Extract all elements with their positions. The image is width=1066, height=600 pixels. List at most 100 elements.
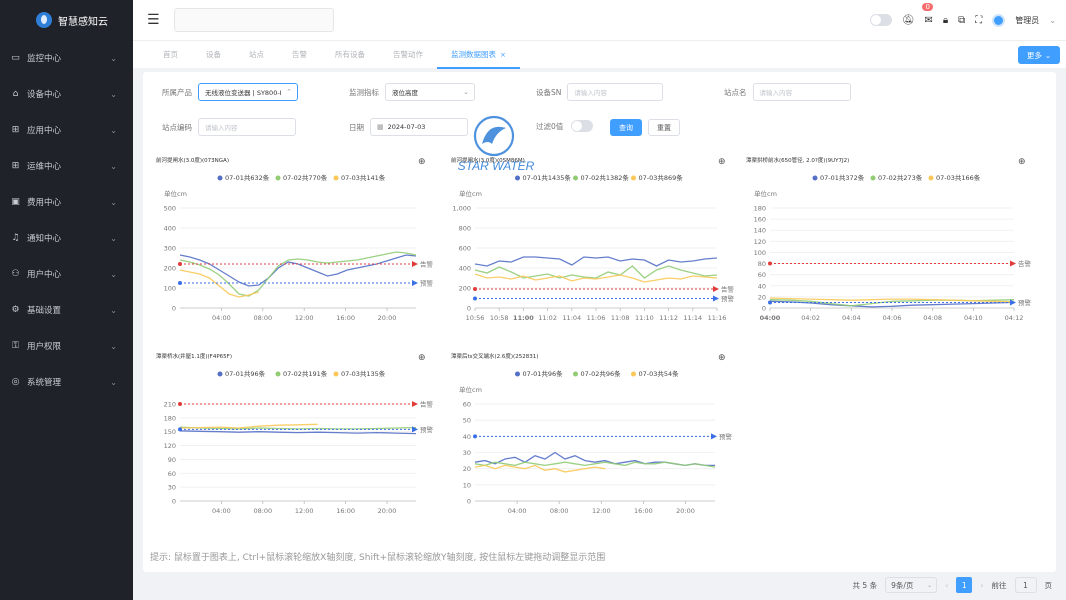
x-tick-label: 16:00 xyxy=(336,314,355,322)
legend-marker[interactable] xyxy=(515,371,520,377)
series-line-2[interactable] xyxy=(179,423,318,429)
legend-label[interactable]: 07-03共135条 xyxy=(341,369,386,378)
theme-toggle[interactable] xyxy=(869,14,892,26)
legend-marker[interactable] xyxy=(217,371,223,377)
legend-label[interactable]: 07-03共166条 xyxy=(936,173,981,182)
legend-marker[interactable] xyxy=(928,175,934,181)
legend-label[interactable]: 07-01共372条 xyxy=(820,173,865,182)
chart-2[interactable]: 潭渠拱桥前水(650管径, 2.0?度)(9UY7J2) ⊕ 07-01共372条 0… xyxy=(740,150,1032,328)
site-name-input[interactable]: 请输入内容 xyxy=(752,83,851,101)
fullscreen-icon[interactable]: ⛶ xyxy=(975,15,982,26)
tab-4[interactable]: 所有设备 xyxy=(321,41,379,69)
tab-label: 首页 xyxy=(163,49,178,59)
legend-label[interactable]: 07-03共141条 xyxy=(341,173,386,182)
filter-zero-switch[interactable] xyxy=(571,120,594,132)
lock-icon[interactable]: 🔒︎ xyxy=(943,15,948,26)
sidebar-item-2[interactable]: ⊞ 应用中心 ⌄ xyxy=(0,112,133,148)
site-code-input[interactable]: 请输入内容 xyxy=(198,118,296,136)
sidebar-item-6[interactable]: ⚇ 用户中心 ⌄ xyxy=(0,256,133,292)
zoom-icon[interactable]: ⊕ xyxy=(418,353,426,363)
sidebar-item-9[interactable]: ◎ 系统管理 ⌄ xyxy=(0,364,133,400)
alarm-marker xyxy=(178,402,182,406)
copy-icon[interactable]: ⧉ xyxy=(958,15,965,26)
avatar[interactable] xyxy=(992,13,1006,27)
page-size-select[interactable]: 9条/页 ⌄ xyxy=(885,577,938,593)
sidebar-item-7[interactable]: ⚙ 基础设置 ⌄ xyxy=(0,292,133,328)
sn-input[interactable]: 请输入内容 xyxy=(567,83,664,101)
zoom-icon[interactable]: ⊕ xyxy=(1018,157,1026,167)
legend-marker[interactable] xyxy=(217,175,223,181)
legend-label[interactable]: 07-01共632条 xyxy=(225,173,270,182)
chart-svg[interactable]: 前河提闸水(3.0度)(073NGA) ⊕ 07-01共632条 07-02共770条… xyxy=(150,150,434,325)
page-number-current[interactable]: 1 xyxy=(956,577,973,593)
tab-6[interactable]: 监测数据图表 × xyxy=(437,41,520,69)
reset-button[interactable]: 重置 xyxy=(648,119,680,136)
series-line-0[interactable] xyxy=(474,256,718,267)
chart-svg[interactable]: 前河提闸水(3.0度)(0SM86M) ⊕ 07-01共1435条 07-02共138… xyxy=(445,150,735,325)
legend-marker[interactable] xyxy=(573,371,578,377)
header-search-input[interactable] xyxy=(173,8,334,32)
sidebar-item-3[interactable]: ⊞ 运维中心 ⌄ xyxy=(0,148,133,184)
chart-svg[interactable]: 潭渠后ts交叉端水(2.6度)(252831) ⊕ 07-01共96条 07-02共9… xyxy=(445,346,733,516)
y-tick-label: 50 xyxy=(463,417,471,425)
legend-label[interactable]: 07-01共96条 xyxy=(225,369,266,378)
zoom-icon[interactable]: ⊕ xyxy=(418,157,426,167)
metric-select[interactable]: 液位高度 ⌄ xyxy=(385,83,475,101)
goto-page-input[interactable]: 1 xyxy=(1014,577,1037,593)
app-logo[interactable]: 智慧感知云 xyxy=(0,0,133,40)
user-name[interactable]: 管理员 xyxy=(1015,15,1039,26)
more-button[interactable]: 更多 ⌄ xyxy=(1018,46,1060,64)
legend-marker[interactable] xyxy=(631,175,636,181)
legend-marker[interactable] xyxy=(573,175,578,181)
sidebar-item-5[interactable]: ♫ 通知中心 ⌄ xyxy=(0,220,133,256)
legend-label[interactable]: 07-02共191条 xyxy=(283,369,328,378)
series-line-2[interactable] xyxy=(179,269,259,298)
legend-label[interactable]: 07-02共1382条 xyxy=(581,173,630,182)
zoom-icon[interactable]: ⊕ xyxy=(718,157,726,167)
tab-5[interactable]: 告警动作 xyxy=(379,41,437,69)
legend-label[interactable]: 07-03共869条 xyxy=(639,173,684,182)
menu-toggle-icon[interactable]: ☰ xyxy=(147,12,160,28)
bell-off-icon[interactable]: 🔕︎ xyxy=(902,15,915,26)
series-line-0[interactable] xyxy=(179,430,417,435)
chart-svg[interactable]: 潭渠桥水(井屋1.1度)(F4P65F) ⊕ 07-01共96条 07-02共191条… xyxy=(150,346,434,516)
sidebar-item-1[interactable]: ⌂ 设备中心 ⌄ xyxy=(0,76,133,112)
tab-1[interactable]: 设备 xyxy=(192,41,235,69)
chart-0[interactable]: 前河提闸水(3.0度)(073NGA) ⊕ 07-01共632条 07-02共770条… xyxy=(150,150,434,328)
legend-label[interactable]: 07-02共273条 xyxy=(878,173,923,182)
chart-1[interactable]: 前河提闸水(3.0度)(0SM86M) ⊕ 07-01共1435条 07-02共138… xyxy=(445,150,735,328)
legend-marker[interactable] xyxy=(515,175,520,181)
chart-4[interactable]: 潭渠后ts交叉端水(2.6度)(252831) ⊕ 07-01共96条 07-02共9… xyxy=(445,346,733,519)
tab-0[interactable]: 首页 xyxy=(149,41,192,69)
sidebar-item-0[interactable]: ▭ 监控中心 ⌄ xyxy=(0,40,133,76)
product-select[interactable]: 无线液位变送器 | SY800-I ⌃ xyxy=(198,83,298,101)
legend-marker[interactable] xyxy=(631,371,636,377)
sidebar-item-8[interactable]: ⚿ 用户权限 ⌄ xyxy=(0,328,133,364)
x-tick-label: 08:00 xyxy=(253,314,272,322)
legend-label[interactable]: 07-02共96条 xyxy=(581,369,622,378)
chart-svg[interactable]: 潭渠拱桥前水(650管径, 2.0?度)(9UY7J2) ⊕ 07-01共372条 0… xyxy=(740,150,1032,325)
prev-page-icon[interactable]: ‹ xyxy=(945,581,948,590)
close-icon[interactable]: × xyxy=(500,51,506,59)
legend-marker[interactable] xyxy=(275,175,281,181)
legend-marker[interactable] xyxy=(812,175,818,181)
series-line-1[interactable] xyxy=(179,251,417,297)
legend-label[interactable]: 07-01共96条 xyxy=(523,369,564,378)
sidebar-item-4[interactable]: ▣ 费用中心 ⌄ xyxy=(0,184,133,220)
legend-label[interactable]: 07-02共770条 xyxy=(283,173,328,182)
tab-2[interactable]: 站点 xyxy=(235,41,278,69)
zoom-icon[interactable]: ⊕ xyxy=(718,353,726,363)
legend-label[interactable]: 07-01共1435条 xyxy=(523,173,572,182)
legend-marker[interactable] xyxy=(870,175,876,181)
chart-3[interactable]: 潭渠桥水(井屋1.1度)(F4P65F) ⊕ 07-01共96条 07-02共191条… xyxy=(150,346,434,519)
legend-marker[interactable] xyxy=(333,175,339,181)
chevron-down-icon[interactable]: ⌄ xyxy=(1049,16,1056,25)
query-button[interactable]: 查询 xyxy=(610,119,642,136)
legend-label[interactable]: 07-03共54条 xyxy=(639,369,680,378)
message-icon[interactable]: ✉ 0 xyxy=(922,2,933,26)
legend-marker[interactable] xyxy=(333,371,339,377)
tab-3[interactable]: 告警 xyxy=(278,41,321,69)
next-page-icon[interactable]: › xyxy=(980,581,983,590)
legend-marker[interactable] xyxy=(275,371,281,377)
x-tick-label: 11:16 xyxy=(708,314,727,322)
